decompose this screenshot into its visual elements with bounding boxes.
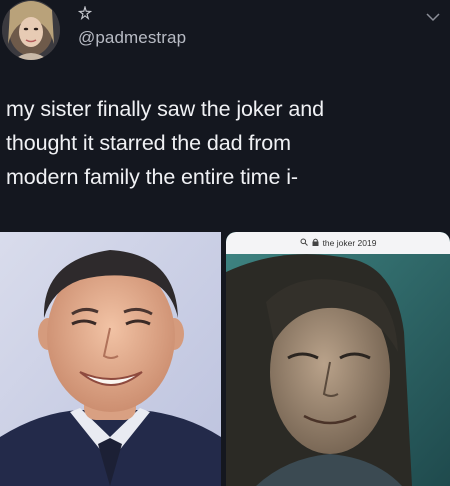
user-handle[interactable]: @padmestrap: [78, 28, 186, 48]
search-query: the joker 2019: [322, 238, 377, 248]
avatar-portrait: [2, 0, 60, 60]
avatar[interactable]: [2, 0, 60, 60]
smiling-man-suit-photo[interactable]: [0, 232, 221, 486]
tweet-line: modern family the entire time i-: [6, 165, 298, 189]
tweet-text: my sister finally saw the joker and thou…: [6, 92, 446, 194]
movie-still-photo[interactable]: the joker 2019: [226, 232, 450, 486]
chevron-down-icon[interactable]: [424, 10, 442, 24]
search-icon: [300, 238, 308, 248]
tweet-line: my sister finally saw the joker and: [6, 97, 324, 121]
tweet: @padmestrap my sister finally saw the jo…: [0, 0, 450, 486]
tweet-line: thought it starred the dad from: [6, 131, 291, 155]
search-bar[interactable]: the joker 2019: [226, 232, 450, 254]
lock-icon: [312, 238, 319, 248]
sparkle-icon: [77, 4, 93, 21]
